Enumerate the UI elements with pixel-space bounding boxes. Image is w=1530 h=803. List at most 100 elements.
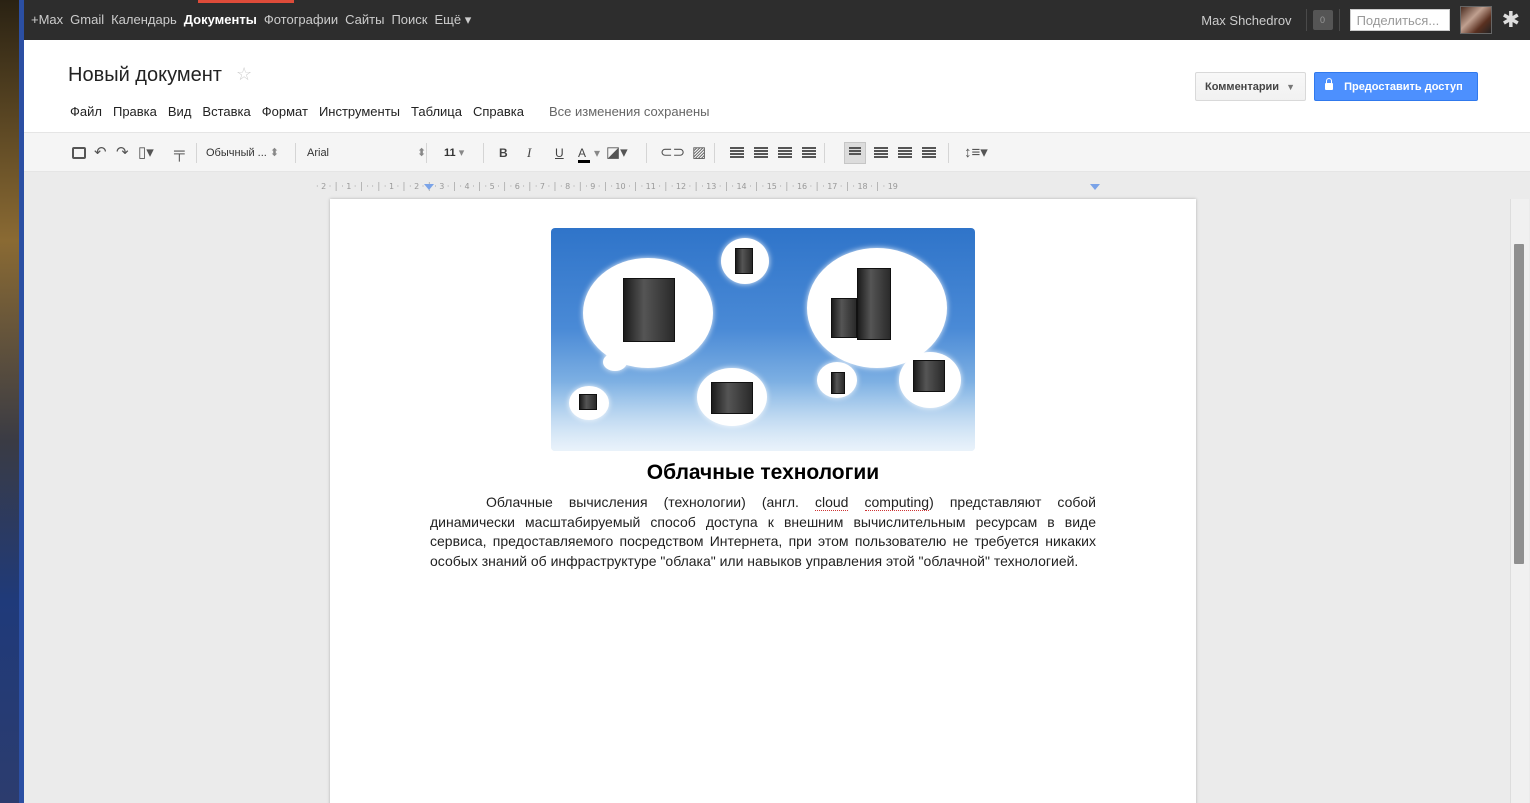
left-indent-marker[interactable] <box>424 184 434 190</box>
browser-window: +Max Gmail Календарь Документы Фотографи… <box>24 0 1530 803</box>
server-icon <box>831 298 857 338</box>
gear-icon[interactable]: ✱ <box>1502 0 1520 40</box>
bulleted-list-icon[interactable] <box>754 147 768 159</box>
gbar-right: Max Shchedrov 0 Поделиться... ✱ <box>1201 0 1530 40</box>
spellcheck-word[interactable]: computing <box>864 494 930 511</box>
document-heading[interactable]: Облачные технологии <box>330 461 1196 485</box>
gbar-link-documents[interactable]: Документы <box>184 12 257 28</box>
highlight-color-icon[interactable]: ◪▾ <box>606 143 628 163</box>
menu-help[interactable]: Справка <box>473 104 524 119</box>
comments-label: Комментарии <box>1205 81 1280 93</box>
gbar-link-sites[interactable]: Сайты <box>345 12 384 28</box>
align-right-icon[interactable] <box>898 147 912 159</box>
menu-tools[interactable]: Инструменты <box>319 104 400 119</box>
menu-file[interactable]: Файл <box>70 104 102 119</box>
menu-view[interactable]: Вид <box>168 104 192 119</box>
font-select-value: Arial <box>307 147 330 159</box>
server-icon <box>857 268 891 340</box>
gbar-link-gmail[interactable]: Gmail <box>70 12 104 28</box>
divider <box>1338 9 1340 31</box>
font-size-value: 11 <box>444 147 456 159</box>
chevron-down-icon: ▾ <box>458 147 465 159</box>
server-icon <box>735 248 753 274</box>
chevron-down-icon: ▼ <box>1286 82 1296 92</box>
italic-button[interactable]: I <box>527 143 531 163</box>
menu-bar: Файл Правка Вид Вставка Формат Инструмен… <box>70 104 710 119</box>
justify-icon[interactable] <box>922 147 936 159</box>
server-icon <box>623 278 675 342</box>
divider <box>824 143 825 163</box>
print-icon[interactable] <box>72 147 86 159</box>
plus-share-box[interactable]: Поделиться... <box>1349 9 1450 31</box>
save-status: Все изменения сохранены <box>548 104 710 119</box>
undo-icon[interactable]: ↶ <box>94 143 107 163</box>
gbar-link-search[interactable]: Поиск <box>391 12 427 28</box>
bold-button[interactable]: B <box>499 143 508 163</box>
menu-insert[interactable]: Вставка <box>202 104 250 119</box>
document-paragraph[interactable]: Облачные вычисления (технологии) (англ. … <box>430 493 1096 571</box>
server-icon <box>831 372 845 394</box>
scrollbar-thumb[interactable] <box>1514 244 1524 564</box>
lock-icon <box>1325 78 1333 90</box>
link-icon[interactable]: ⊂⊃ <box>660 143 685 163</box>
paragraph-text <box>848 494 864 510</box>
increase-indent-icon[interactable] <box>802 147 816 159</box>
cloud-computing-image[interactable] <box>551 228 975 451</box>
star-icon[interactable]: ☆ <box>236 64 252 85</box>
gbar-link-calendar[interactable]: Календарь <box>111 12 177 28</box>
divider <box>714 143 715 163</box>
document-page[interactable]: Облачные технологии Облачные вычисления … <box>330 199 1196 803</box>
divider <box>483 143 484 163</box>
share-button[interactable]: Предоставить доступ <box>1314 72 1478 101</box>
google-bar: +Max Gmail Календарь Документы Фотографи… <box>24 0 1530 40</box>
chevron-down-icon[interactable]: ▾ <box>594 143 600 163</box>
server-icon <box>913 360 945 392</box>
paint-format-icon[interactable]: ╤ <box>174 143 185 163</box>
gbar-link-photos[interactable]: Фотографии <box>264 12 338 28</box>
font-size-select[interactable]: 11 ▾ <box>444 143 464 163</box>
desktop-background-strip <box>0 0 24 803</box>
menu-format[interactable]: Формат <box>262 104 308 119</box>
document-title[interactable]: Новый документ <box>68 64 222 87</box>
underline-button[interactable]: U <box>555 143 564 163</box>
font-select[interactable]: Arial ⬍ <box>307 143 427 163</box>
align-center-icon[interactable] <box>874 147 888 159</box>
formatting-toolbar: ↶ ↷ ▯▾ ╤ Обычный ... ⬍ Arial ⬍ 11 ▾ B I U… <box>24 132 1530 172</box>
line-spacing-icon[interactable]: ↕≡▾ <box>964 143 988 163</box>
notifications-count[interactable]: 0 <box>1312 10 1333 30</box>
menu-edit[interactable]: Правка <box>113 104 157 119</box>
avatar[interactable] <box>1459 6 1492 34</box>
divider <box>948 143 949 163</box>
redo-icon[interactable]: ↷ <box>116 143 129 163</box>
text-color-button[interactable]: A <box>578 143 592 163</box>
style-select[interactable]: Обычный ... ⬍ <box>206 143 279 163</box>
spellcheck-word[interactable]: cloud <box>814 494 849 511</box>
divider <box>646 143 647 163</box>
paragraph-text: Облачные вычисления (технологии) (англ. <box>486 494 815 510</box>
select-caret-icon: ⬍ <box>417 147 427 159</box>
image-icon[interactable]: ▨ <box>692 143 706 163</box>
cloud-bubble <box>603 353 627 371</box>
right-indent-marker[interactable] <box>1090 184 1100 190</box>
gbar-link-plus[interactable]: +Max <box>31 12 63 28</box>
gbar-link-more[interactable]: Ещё ▾ <box>434 12 471 28</box>
document-header: Новый документ ☆ Файл Правка Вид Вставка… <box>24 40 1530 132</box>
menu-table[interactable]: Таблица <box>411 104 462 119</box>
server-icon <box>579 394 597 410</box>
style-select-value: Обычный ... <box>206 147 267 159</box>
divider <box>295 143 296 163</box>
numbered-list-icon[interactable] <box>730 147 744 159</box>
user-name[interactable]: Max Shchedrov <box>1201 13 1291 28</box>
divider <box>196 143 197 163</box>
ruler[interactable]: · 2 · │ · 1 · │ · · │ · 1 · │ · 2 · │ · … <box>316 182 1186 196</box>
divider <box>426 143 427 163</box>
server-icon <box>711 382 753 414</box>
divider <box>1305 9 1307 31</box>
select-caret-icon: ⬍ <box>269 147 280 159</box>
decrease-indent-icon[interactable] <box>778 147 792 159</box>
text-color-swatch <box>578 160 590 163</box>
comments-button[interactable]: Комментарии ▼ <box>1195 72 1306 101</box>
paste-icon[interactable]: ▯▾ <box>138 143 154 163</box>
align-left-icon[interactable] <box>844 142 866 164</box>
gbar-links: +Max Gmail Календарь Документы Фотографи… <box>31 12 478 28</box>
